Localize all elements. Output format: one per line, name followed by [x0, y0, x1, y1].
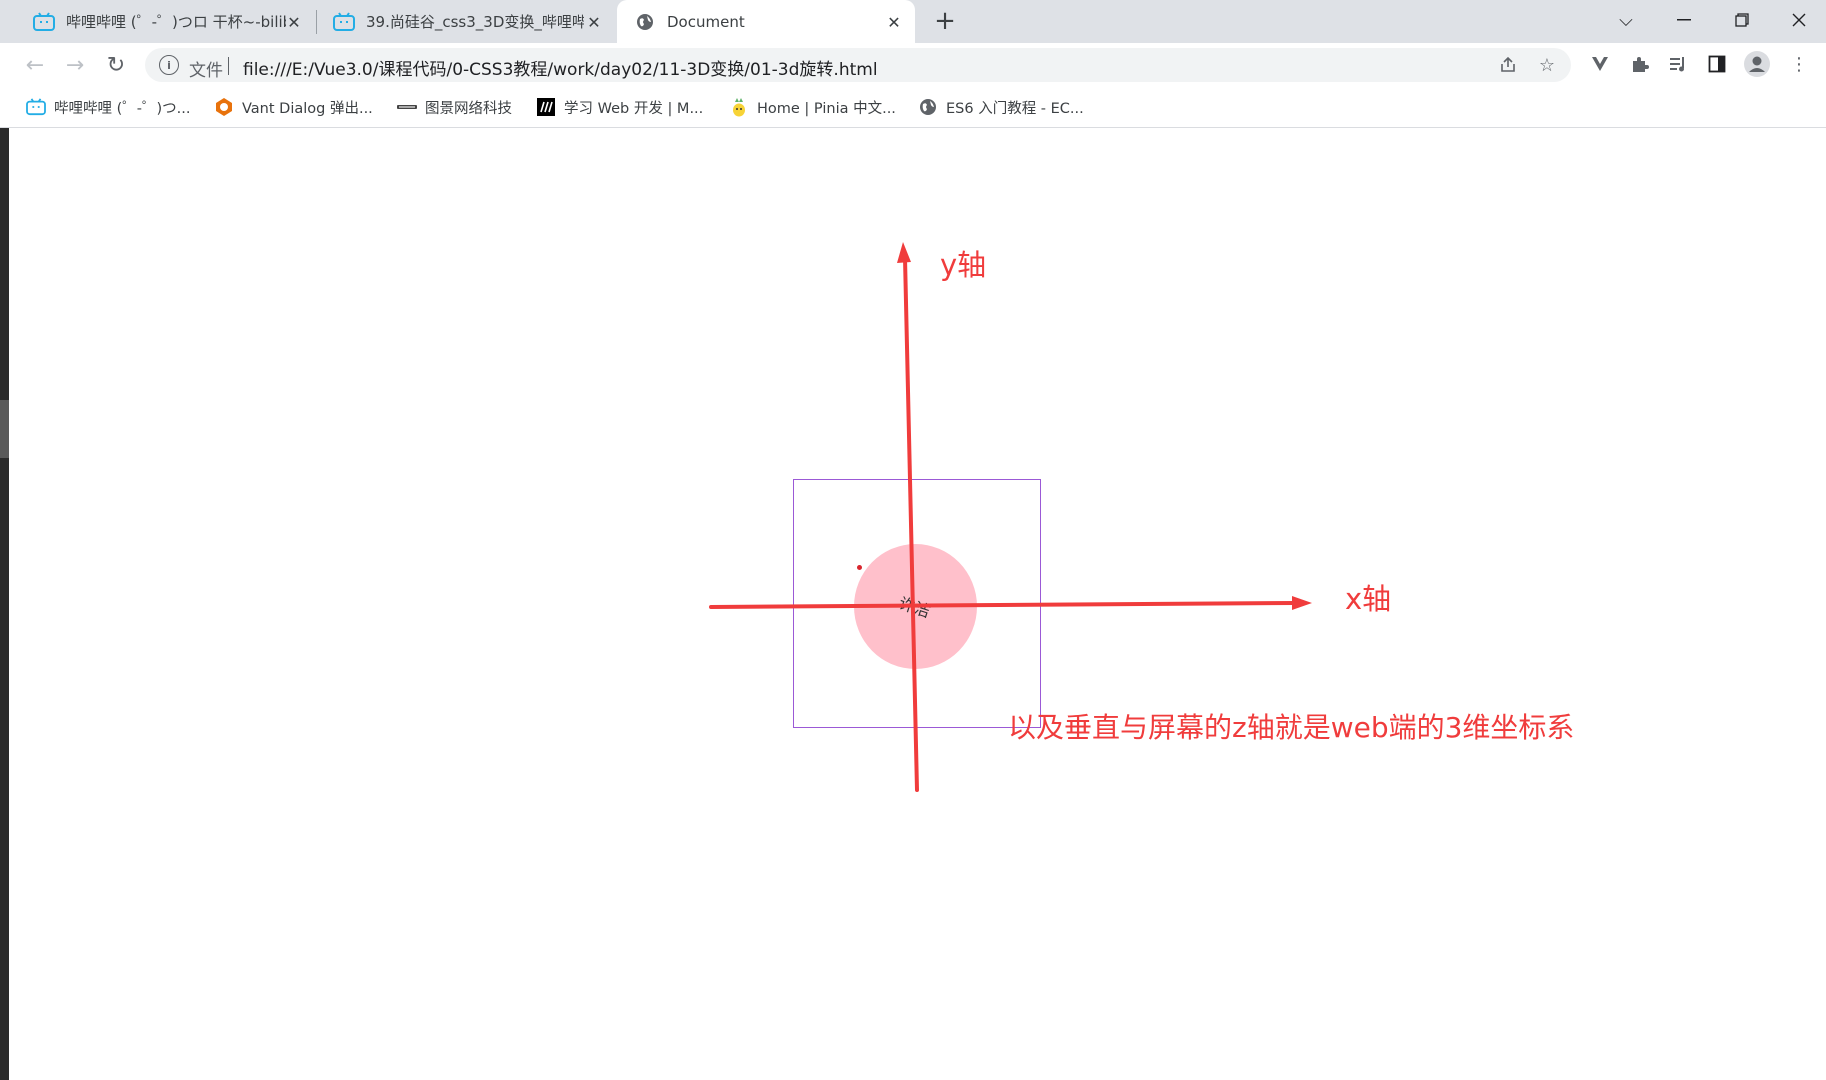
axes-drawing: [709, 242, 1312, 792]
z-axis-annotation: 以及垂直与屏幕的z轴就是web端的3维坐标系: [1008, 711, 1575, 744]
x-axis-line: [709, 601, 1297, 609]
y-axis-line: [903, 256, 919, 792]
y-axis-annotation: y轴: [940, 248, 987, 282]
x-axis-arrowhead: [1292, 596, 1312, 610]
y-axis-arrowhead: [897, 242, 911, 263]
x-axis-annotation: x轴: [1345, 582, 1392, 616]
